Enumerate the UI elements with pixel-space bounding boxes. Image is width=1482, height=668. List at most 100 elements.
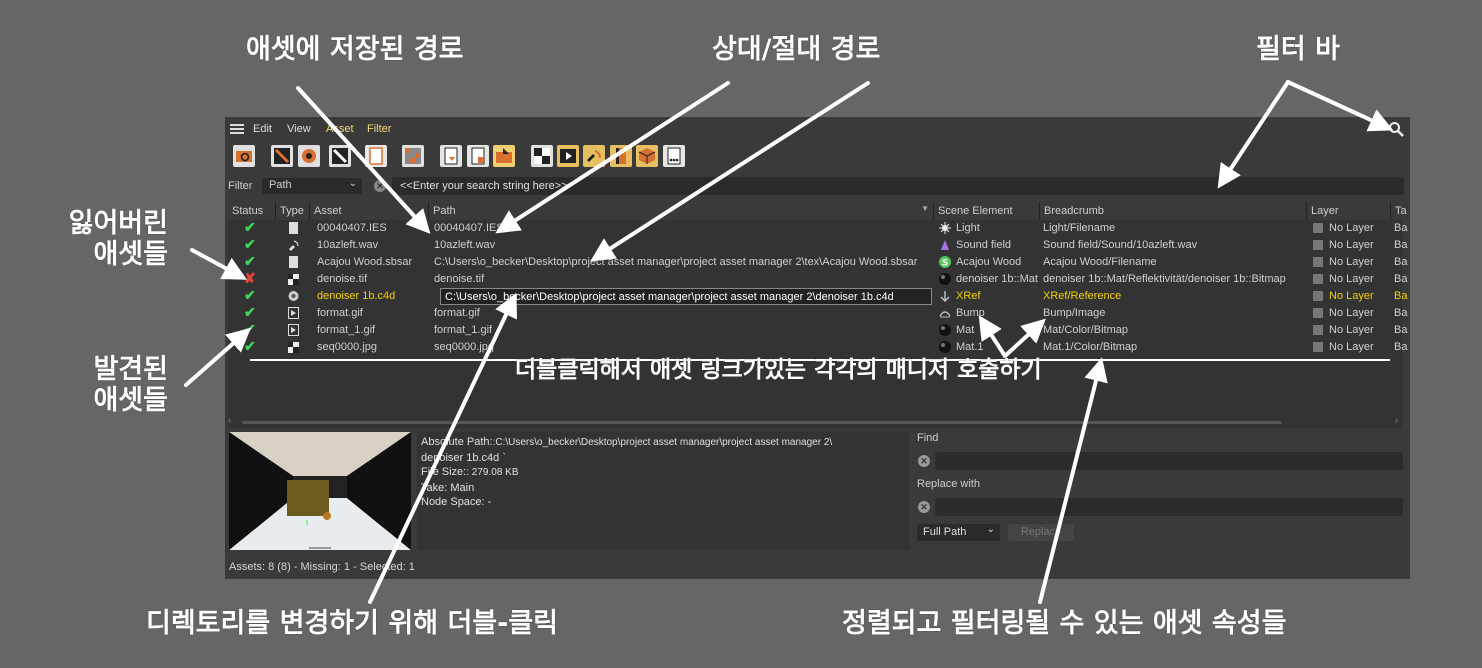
asset-name-cell[interactable]: 10azleft.wav (317, 239, 378, 251)
document-icon[interactable] (365, 145, 387, 167)
image-icon (288, 324, 299, 336)
layer-cell[interactable]: No Layer (1329, 273, 1374, 285)
asset-name-cell[interactable]: denoise.tif (317, 273, 367, 285)
menu-filter[interactable]: Filter (367, 123, 391, 135)
column-path-label: Path (433, 205, 456, 217)
breadcrumb-cell[interactable]: Mat.1/Color/Bitmap (1043, 341, 1137, 353)
hamburger-menu-icon[interactable] (230, 124, 244, 134)
movie-icon[interactable] (557, 145, 579, 167)
column-scene-element[interactable]: Scene Element (934, 202, 1040, 220)
path-cell[interactable]: format_1.gif (434, 324, 492, 336)
scene-element-cell[interactable]: Light (956, 222, 980, 234)
layer-cell[interactable]: No Layer (1329, 290, 1374, 302)
scene-element-cell[interactable]: denoiser 1b::Mat (956, 273, 1038, 285)
breadcrumb-cell[interactable]: XRef/Reference (1043, 290, 1121, 302)
clear-filter-icon[interactable]: ✕ (374, 180, 386, 192)
column-layer[interactable]: Layer (1307, 202, 1391, 220)
menu-edit[interactable]: Edit (253, 123, 272, 135)
filter-bar: Filter Path ⌄ ✕ <<Enter your search strin… (225, 175, 1410, 197)
horizontal-scrollbar[interactable]: ‹ › (228, 415, 1402, 429)
layer-cell[interactable]: No Layer (1329, 307, 1374, 319)
menu-asset[interactable]: Asset (326, 123, 354, 135)
replace-button[interactable]: Replace (1008, 524, 1074, 541)
path-cell[interactable]: format.gif (434, 307, 480, 319)
layer-cell[interactable]: No Layer (1329, 256, 1374, 268)
search-folder-icon[interactable] (233, 145, 255, 167)
asset-name-cell[interactable]: format.gif (317, 307, 363, 319)
checker-icon[interactable] (531, 145, 553, 167)
clear-replace-icon[interactable]: ✕ (918, 501, 930, 513)
column-path[interactable]: Path ▼ (429, 202, 934, 220)
table-row[interactable]: ✔ 00040407.IES 00040407.IES Light Light/File… (228, 219, 1407, 237)
filter-search-input[interactable]: <<Enter your search string here>> (392, 177, 1404, 195)
table-row[interactable]: ✔ format_1.gif format_1.gif Mat Mat/Color/Bi… (228, 321, 1407, 339)
dots-document-icon[interactable] (663, 145, 685, 167)
export-document-icon[interactable] (440, 145, 462, 167)
scrollbar-thumb[interactable] (242, 421, 1282, 424)
breadcrumb-cell[interactable]: Acajou Wood/Filename (1043, 256, 1157, 268)
copy-document-icon[interactable] (467, 145, 489, 167)
annotation-found-assets: 발견된 애셋들 (93, 354, 168, 417)
find-input[interactable] (935, 452, 1403, 470)
filter-mode-select[interactable]: Path ⌄ (262, 178, 362, 194)
table-row[interactable]: ✔ format.gif format.gif Bump Bump/Image No La… (228, 304, 1407, 322)
path-cell[interactable]: 00040407.IES (434, 222, 504, 234)
relink-icon[interactable] (271, 145, 293, 167)
asset-name-cell[interactable]: format_1.gif (317, 324, 375, 336)
relink-target-icon[interactable] (298, 145, 320, 167)
scene-element-cell[interactable]: Mat (956, 324, 974, 336)
scene-element-cell[interactable]: Mat.1 (956, 341, 984, 353)
scene-element-cell[interactable]: Bump (956, 307, 985, 319)
column-asset[interactable]: Asset (310, 202, 429, 220)
import-folder-icon[interactable] (493, 145, 515, 167)
path-cell[interactable]: seq0000.jpg (434, 341, 494, 353)
column-status[interactable]: Status (228, 202, 276, 220)
clear-find-icon[interactable]: ✕ (918, 455, 930, 467)
replace-input[interactable] (935, 498, 1403, 516)
asset-name-cell[interactable]: 00040407.IES (317, 222, 387, 234)
path-cell[interactable]: 10azleft.wav (434, 239, 495, 251)
asset-name-cell[interactable]: seq0000.jpg (317, 341, 377, 353)
localize-icon[interactable] (329, 145, 351, 167)
breadcrumb-cell[interactable]: Mat/Color/Bitmap (1043, 324, 1128, 336)
menu-view[interactable]: View (287, 123, 311, 135)
search-toggle-icon[interactable] (1388, 121, 1404, 137)
asset-name-cell[interactable]: Acajou Wood.sbsar (317, 256, 412, 268)
table-row[interactable]: ✔ seq0000.jpg seq0000.jpg Mat.1 Mat.1/Color/… (228, 338, 1407, 356)
layer-cell[interactable]: No Layer (1329, 239, 1374, 251)
layer-cell[interactable]: No Layer (1329, 324, 1374, 336)
path-edit-input[interactable]: C:\Users\o_becker\Desktop\project asset … (440, 288, 932, 305)
table-row[interactable]: ✔ 10azleft.wav 10azleft.wav Sound field Soun… (228, 236, 1407, 254)
asset-preview-image (229, 432, 411, 550)
replace-scope-select[interactable]: Full Path ⌄ (917, 524, 1000, 541)
table-row[interactable]: ✔ denoiser 1b.c4d C:\Users\o_becker\Deskto… (228, 287, 1407, 305)
path-cell[interactable]: denoise.tif (434, 273, 484, 285)
table-row[interactable]: ✔ Acajou Wood.sbsar C:\Users\o_becker\Desk… (228, 253, 1407, 271)
table-row[interactable]: ✘ denoise.tif denoise.tif denoiser 1b::Mat d… (228, 270, 1407, 288)
scene-element-cell[interactable]: Sound field (956, 239, 1011, 251)
layer-cell[interactable]: No Layer (1329, 222, 1374, 234)
layer-cell[interactable]: No Layer (1329, 341, 1374, 353)
cube-icon[interactable] (636, 145, 658, 167)
path-cell[interactable]: C:\Users\o_becker\Desktop\project asset … (434, 256, 917, 268)
xref-icon (939, 290, 951, 303)
node-space-line: Node Space: - (421, 495, 910, 510)
film-strip-icon[interactable] (610, 145, 632, 167)
breadcrumb-cell[interactable]: denoiser 1b::Mat/Reflektivität/denoiser … (1043, 273, 1286, 285)
sound-icon[interactable] (583, 145, 605, 167)
breadcrumb-cell[interactable]: Sound field/Sound/10azleft.wav (1043, 239, 1197, 251)
breadcrumb-cell[interactable]: Bump/Image (1043, 307, 1105, 319)
asset-name-cell[interactable]: denoiser 1b.c4d (317, 290, 395, 302)
substance-icon: S (939, 256, 951, 269)
scene-element-cell[interactable]: XRef (956, 290, 980, 302)
sound-field-icon (939, 239, 951, 251)
scroll-right-icon[interactable]: › (1395, 415, 1398, 426)
sort-descending-icon: ▼ (921, 204, 929, 213)
column-type[interactable]: Type (276, 202, 310, 220)
scene-element-cell[interactable]: Acajou Wood (956, 256, 1021, 268)
column-tag[interactable]: Ta (1391, 202, 1407, 220)
column-breadcrumb[interactable]: Breadcrumb (1040, 202, 1307, 220)
grid-texture-icon[interactable] (402, 145, 424, 167)
breadcrumb-cell[interactable]: Light/Filename (1043, 222, 1115, 234)
scroll-left-icon[interactable]: ‹ (228, 415, 231, 426)
